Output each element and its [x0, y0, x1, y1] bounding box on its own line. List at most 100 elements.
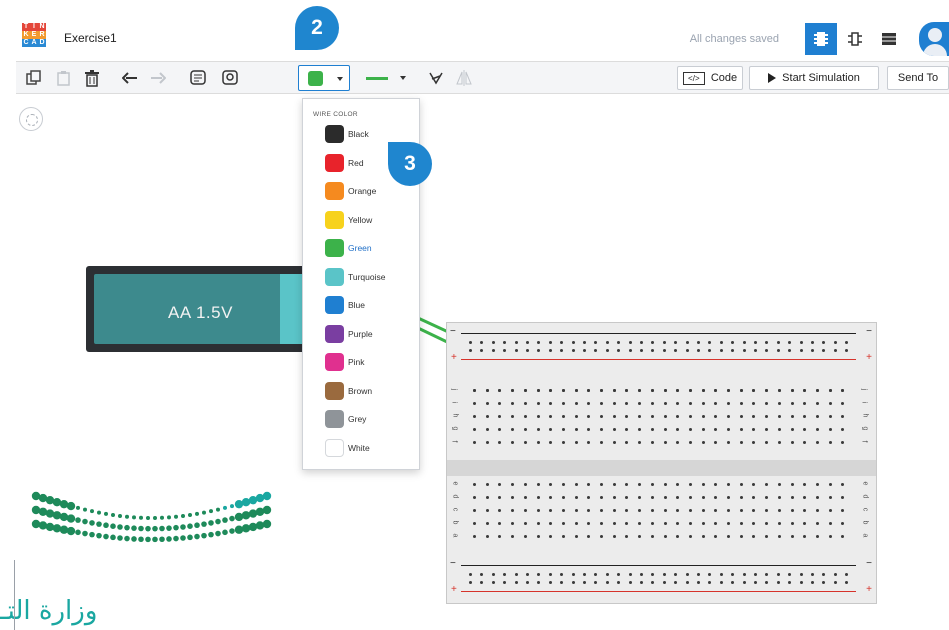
breadboard-hole[interactable]	[803, 415, 807, 418]
wire-color-option-pink[interactable]: Pink	[325, 351, 415, 373]
breadboard-hole[interactable]	[765, 428, 769, 431]
breadboard-hole[interactable]	[697, 581, 700, 584]
breadboard-hole[interactable]	[485, 535, 489, 538]
breadboard-hole[interactable]	[574, 428, 578, 431]
breadboard-hole[interactable]	[537, 581, 541, 584]
breadboard-hole[interactable]	[605, 349, 609, 352]
breadboard-hole[interactable]	[574, 496, 578, 499]
breadboard-hole[interactable]	[708, 349, 712, 352]
breadboard-hole[interactable]	[841, 522, 845, 525]
wire-color-option-white[interactable]: White	[325, 437, 415, 459]
breadboard-hole[interactable]	[815, 483, 819, 486]
breadboard-hole[interactable]	[688, 441, 692, 444]
breadboard-hole[interactable]	[841, 535, 845, 538]
wire-type-dropdown[interactable]	[362, 65, 414, 91]
breadboard-hole[interactable]	[776, 573, 780, 576]
delete-icon[interactable]	[82, 68, 102, 88]
breadboard-hole[interactable]	[845, 573, 849, 576]
breadboard-hole[interactable]	[536, 402, 540, 405]
breadboard-hole[interactable]	[600, 428, 603, 431]
breadboard-hole[interactable]	[612, 535, 616, 538]
breadboard-hole[interactable]	[701, 509, 705, 512]
breadboard-hole[interactable]	[828, 535, 832, 538]
breadboard-hole[interactable]	[561, 483, 565, 486]
breadboard-hole[interactable]	[777, 496, 781, 499]
breadboard-hole[interactable]	[491, 341, 495, 344]
breadboard-hole[interactable]	[662, 349, 666, 352]
breadboard-hole[interactable]	[822, 573, 826, 576]
mirror-icon[interactable]	[454, 68, 474, 88]
breadboard-hole[interactable]	[560, 581, 564, 584]
breadboard-hole[interactable]	[676, 509, 680, 512]
breadboard-hole[interactable]	[777, 509, 781, 512]
breadboard-hole[interactable]	[685, 341, 689, 344]
breadboard-hole[interactable]	[777, 415, 781, 418]
breadboard-hole[interactable]	[841, 483, 845, 486]
breadboard-hole[interactable]	[815, 428, 819, 431]
breadboard-hole[interactable]	[714, 509, 718, 512]
breadboard-hole[interactable]	[549, 535, 553, 538]
breadboard-hole[interactable]	[548, 573, 552, 576]
breadboard-hole[interactable]	[549, 402, 553, 405]
breadboard-hole[interactable]	[574, 535, 578, 538]
breadboard-hole[interactable]	[841, 428, 845, 431]
breadboard-hole[interactable]	[625, 535, 629, 538]
breadboard-hole[interactable]	[663, 389, 667, 392]
breadboard-hole[interactable]	[731, 581, 735, 584]
breadboard-hole[interactable]	[727, 415, 730, 418]
breadboard-hole[interactable]	[560, 349, 564, 352]
breadboard-hole[interactable]	[498, 415, 502, 418]
breadboard-hole[interactable]	[739, 483, 743, 486]
breadboard-hole[interactable]	[803, 535, 807, 538]
breadboard-hole[interactable]	[511, 389, 515, 392]
breadboard-hole[interactable]	[803, 402, 807, 405]
breadboard-hole[interactable]	[777, 441, 781, 444]
breadboard-hole[interactable]	[503, 573, 507, 576]
breadboard-hole[interactable]	[587, 402, 591, 405]
breadboard-hole[interactable]	[638, 535, 642, 538]
breadboard-hole[interactable]	[617, 349, 621, 352]
breadboard-hole[interactable]	[841, 496, 845, 499]
breadboard-hole[interactable]	[841, 389, 845, 392]
breadboard-hole[interactable]	[473, 402, 476, 405]
breadboard-hole[interactable]	[628, 573, 632, 576]
breadboard-hole[interactable]	[788, 573, 792, 576]
breadboard-hole[interactable]	[650, 389, 654, 392]
breadboard-hole[interactable]	[523, 428, 527, 431]
breadboard-hole[interactable]	[833, 349, 837, 352]
breadboard-hole[interactable]	[625, 428, 629, 431]
breadboard-hole[interactable]	[815, 402, 819, 405]
breadboard-hole[interactable]	[799, 581, 803, 584]
breadboard-hole[interactable]	[473, 509, 476, 512]
breadboard-hole[interactable]	[841, 441, 845, 444]
breadboard-hole[interactable]	[752, 415, 756, 418]
breadboard-hole[interactable]	[480, 581, 484, 584]
breadboard-hole[interactable]	[583, 581, 586, 584]
breadboard-hole[interactable]	[537, 341, 541, 344]
breadboard-hole[interactable]	[650, 415, 654, 418]
wire-color-option-purple[interactable]: Purple	[325, 323, 415, 345]
breadboard-hole[interactable]	[536, 441, 540, 444]
breadboard-hole[interactable]	[549, 441, 553, 444]
breadboard-hole[interactable]	[828, 483, 832, 486]
breadboard-hole[interactable]	[511, 496, 515, 499]
breadboard-hole[interactable]	[498, 483, 502, 486]
breadboard-hole[interactable]	[650, 402, 654, 405]
breadboard-hole[interactable]	[765, 483, 769, 486]
breadboard-hole[interactable]	[600, 522, 603, 525]
breadboard-hole[interactable]	[822, 581, 826, 584]
code-button[interactable]: </> Code	[677, 66, 743, 90]
breadboard-hole[interactable]	[523, 402, 527, 405]
breadboard-hole[interactable]	[685, 349, 689, 352]
breadboard-hole[interactable]	[651, 341, 655, 344]
breadboard-hole[interactable]	[701, 496, 705, 499]
breadboard-hole[interactable]	[561, 389, 565, 392]
breadboard-hole[interactable]	[503, 349, 507, 352]
breadboard-hole[interactable]	[473, 389, 476, 392]
breadboard-hole[interactable]	[739, 402, 743, 405]
breadboard-hole[interactable]	[473, 415, 476, 418]
breadboard-hole[interactable]	[498, 389, 502, 392]
breadboard-hole[interactable]	[811, 573, 814, 576]
breadboard-hole[interactable]	[511, 441, 515, 444]
breadboard-hole[interactable]	[511, 415, 515, 418]
